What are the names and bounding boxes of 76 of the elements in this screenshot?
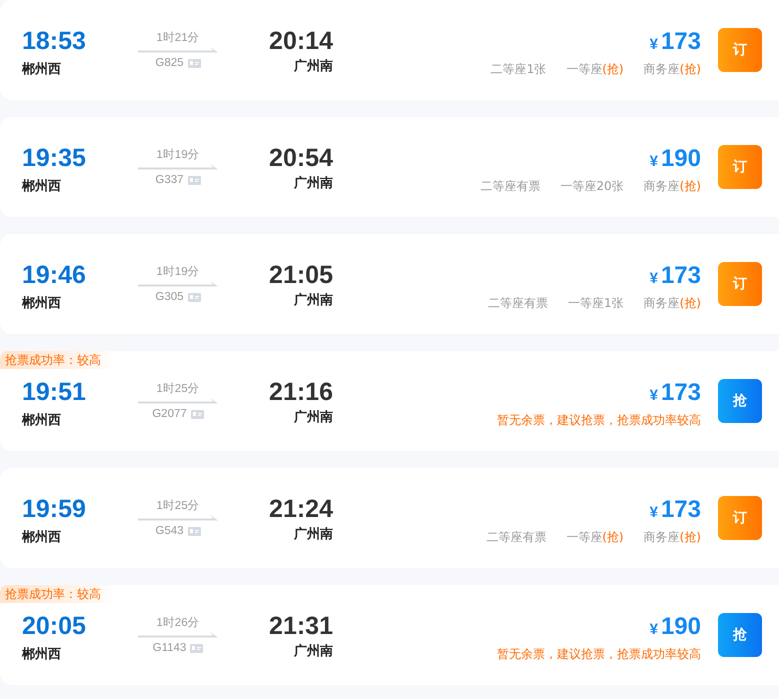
departure-time: 18:53 bbox=[22, 28, 86, 55]
seat-availability: 一等座1张 bbox=[568, 296, 624, 310]
id-card-icon bbox=[188, 526, 201, 536]
currency-sign: ¥ bbox=[650, 152, 658, 172]
seat-availability: 一等座(抢) bbox=[566, 530, 624, 544]
price: 173 bbox=[660, 28, 701, 55]
id-card-icon bbox=[190, 644, 204, 652]
currency-sign: ¥ bbox=[650, 35, 658, 55]
grab-notice: 暂无余票，建议抢票，抢票成功率较高 bbox=[497, 646, 701, 662]
currency-sign: ¥ bbox=[650, 269, 658, 289]
seat-availability: 商务座(抢) bbox=[644, 178, 701, 194]
seat-availability: 商务座(抢) bbox=[644, 530, 701, 544]
arrival-time: 21:31 bbox=[269, 613, 333, 640]
seat-availability: 一等座20张 bbox=[560, 178, 624, 194]
train-number: G1143 bbox=[152, 641, 186, 655]
arrival-station: 广州南 bbox=[294, 410, 333, 426]
seat-availability: 二等座1张 bbox=[490, 62, 546, 76]
id-card-icon bbox=[190, 410, 204, 418]
currency-sign: ¥ bbox=[650, 503, 658, 523]
departure-station: 郴州西 bbox=[22, 647, 61, 663]
seat-availability: 商务座(抢) bbox=[644, 296, 701, 310]
train-card[interactable]: 19:35 郴州西 1时19分 G337 20:54 广州南 ¥190 二等座有票 一等座20张 商务座(抢) 订 bbox=[0, 117, 779, 217]
train-card[interactable]: 19:46 郴州西 1时19分 G305 21:05 广州南 ¥173 二等座有票 一等座1张 商务座(抢) 订 bbox=[0, 234, 779, 334]
train-number: G543 bbox=[155, 524, 184, 538]
duration: 1时25分 bbox=[156, 382, 200, 396]
arrival-time: 21:05 bbox=[269, 262, 333, 289]
price: 173 bbox=[660, 496, 701, 523]
departure-station: 郴州西 bbox=[22, 62, 61, 78]
id-card-icon bbox=[188, 176, 201, 184]
seat-availability: 二等座有票 bbox=[486, 530, 546, 544]
grab-button[interactable]: 抢 bbox=[718, 379, 762, 423]
price: 190 bbox=[660, 145, 701, 172]
departure-time: 19:59 bbox=[22, 496, 86, 523]
train-number: G337 bbox=[155, 173, 184, 187]
train-card[interactable]: 19:59 郴州西 1时25分 G543 21:24 广州南 ¥173 二等座有票 一等座(抢) 商务座(抢) 订 bbox=[0, 468, 779, 568]
seat-availability: 一等座(抢) bbox=[566, 62, 624, 76]
train-card[interactable]: 抢票成功率：较高 20:05 郴州西 1时26分 G1143 21:31 广州南 ¥190 暂无余票，建议抢票，抢票成功率较高 抢 bbox=[0, 585, 779, 685]
duration: 1时21分 bbox=[156, 31, 200, 45]
duration: 1时26分 bbox=[156, 616, 200, 630]
grab-notice: 暂无余票，建议抢票，抢票成功率较高 bbox=[497, 412, 701, 428]
price: 190 bbox=[660, 613, 701, 640]
departure-station: 郴州西 bbox=[22, 413, 61, 429]
seat-availability: 二等座有票 bbox=[480, 178, 540, 194]
departure-time: 19:46 bbox=[22, 262, 86, 289]
grab-button[interactable]: 抢 bbox=[718, 613, 762, 657]
arrival-station: 广州南 bbox=[294, 293, 333, 309]
price: 173 bbox=[660, 262, 701, 289]
departure-time: 20:05 bbox=[22, 613, 86, 640]
departure-time: 19:51 bbox=[22, 379, 86, 406]
price: 173 bbox=[660, 379, 701, 406]
duration: 1时19分 bbox=[156, 265, 200, 279]
arrival-station: 广州南 bbox=[294, 644, 333, 660]
seat-availability: 二等座有票 bbox=[488, 296, 548, 310]
duration: 1时25分 bbox=[156, 499, 200, 513]
arrival-station: 广州南 bbox=[294, 527, 333, 543]
id-card-icon bbox=[188, 292, 201, 302]
currency-sign: ¥ bbox=[650, 386, 658, 406]
departure-station: 郴州西 bbox=[22, 296, 61, 312]
arrival-time: 20:14 bbox=[269, 28, 333, 55]
arrival-time: 21:24 bbox=[269, 496, 333, 523]
train-card[interactable]: 抢票成功率：较高 19:51 郴州西 1时25分 G2077 21:16 广州南 ¥173 暂无余票，建议抢票，抢票成功率较高 抢 bbox=[0, 351, 779, 451]
departure-station: 郴州西 bbox=[22, 179, 61, 195]
arrival-time: 20:54 bbox=[269, 145, 333, 172]
departure-time: 19:35 bbox=[22, 145, 86, 172]
train-number: G2077 bbox=[152, 407, 187, 421]
train-number: G825 bbox=[155, 56, 184, 70]
seat-availability: 商务座(抢) bbox=[644, 62, 701, 76]
arrival-station: 广州南 bbox=[294, 59, 333, 75]
id-card-icon bbox=[188, 58, 201, 68]
departure-station: 郴州西 bbox=[22, 530, 61, 546]
currency-sign: ¥ bbox=[650, 620, 658, 640]
train-number: G305 bbox=[155, 290, 184, 304]
arrival-station: 广州南 bbox=[294, 176, 333, 192]
train-card[interactable]: 18:53 郴州西 1时21分 G825 20:14 广州南 ¥173 二等座1张 一等座(抢) 商务座(抢) 订 bbox=[0, 0, 779, 100]
duration: 1时19分 bbox=[156, 148, 200, 162]
arrival-time: 21:16 bbox=[269, 379, 333, 406]
